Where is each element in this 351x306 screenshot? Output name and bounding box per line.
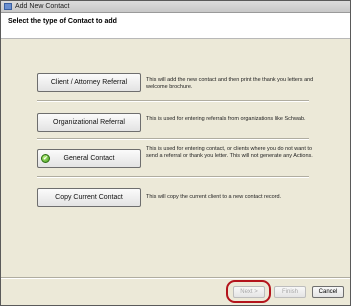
cancel-button[interactable]: Cancel — [312, 286, 344, 298]
general-contact-description: This is used for entering contact, or cl… — [146, 146, 313, 159]
app-icon — [4, 3, 12, 10]
next-button[interactable]: Next > — [233, 286, 265, 298]
title-bar: Add New Contact — [1, 1, 350, 13]
window-title: Add New Contact — [15, 3, 70, 10]
copy-current-contact-description: This will copy the current client to a n… — [146, 194, 282, 200]
organizational-referral-description: This is used for entering referrals from… — [146, 116, 306, 122]
add-new-contact-dialog: Add New Contact Select the type of Conta… — [0, 0, 351, 306]
footer-divider — [1, 277, 350, 279]
options-panel: Client / Attorney Referral This will add… — [1, 40, 350, 278]
client-attorney-referral-description: This will add the new contact and then p… — [146, 77, 314, 90]
organizational-referral-button[interactable]: Organizational Referral — [37, 113, 141, 132]
divider — [37, 176, 309, 178]
button-label: Client / Attorney Referral — [50, 79, 128, 86]
button-label: Organizational Referral — [53, 119, 125, 126]
finish-button[interactable]: Finish — [274, 286, 306, 298]
header-text: Select the type of Contact to add — [8, 18, 117, 25]
button-label: Copy Current Contact — [55, 194, 123, 201]
general-contact-button[interactable]: ✔ General Contact — [37, 149, 141, 168]
button-label: General Contact — [63, 155, 115, 162]
wizard-header: Select the type of Contact to add — [1, 13, 350, 39]
divider — [37, 138, 309, 140]
divider — [37, 100, 309, 102]
client-attorney-referral-button[interactable]: Client / Attorney Referral — [37, 73, 141, 92]
copy-current-contact-button[interactable]: Copy Current Contact — [37, 188, 141, 207]
checkmark-icon: ✔ — [41, 154, 50, 163]
